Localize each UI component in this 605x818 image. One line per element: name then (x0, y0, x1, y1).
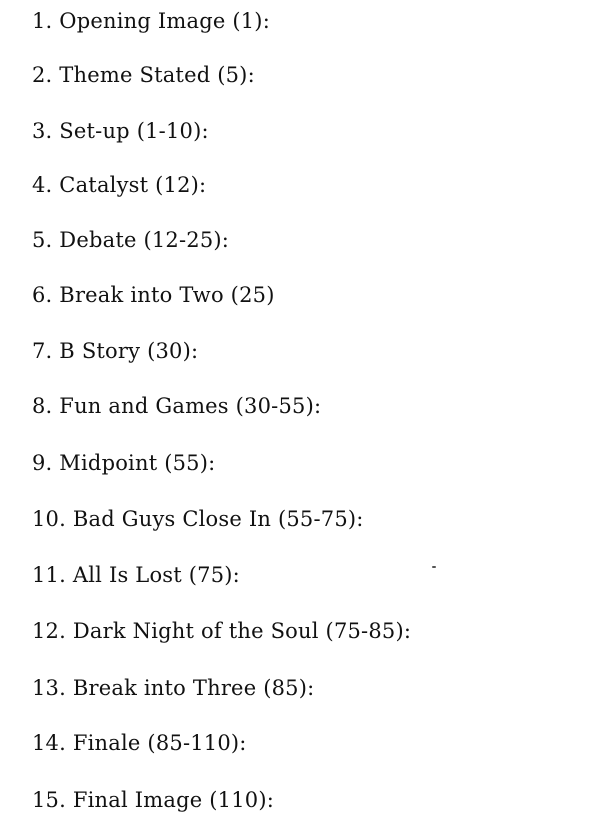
beat-item: 15. Final Image (110): (32, 788, 275, 812)
beat-item: 12. Dark Night of the Soul (75-85): (32, 619, 412, 643)
beat-item: 3. Set-up (1-10): (32, 119, 209, 143)
beat-item: 5. Debate (12-25): (32, 228, 230, 252)
beat-item: 4. Catalyst (12): (32, 173, 207, 197)
beat-item: 14. Finale (85-110): (32, 731, 247, 755)
beat-item: 11. All Is Lost (75): (32, 563, 240, 587)
beat-item: 1. Opening Image (1): (32, 9, 270, 33)
beat-item: 10. Bad Guys Close In (55-75): (32, 507, 364, 531)
scan-speck (432, 566, 436, 568)
beat-item: 6. Break into Two (25) (32, 283, 275, 307)
beat-item: 2. Theme Stated (5): (32, 63, 255, 87)
beat-sheet-list: 1. Opening Image (1): 2. Theme Stated (5… (0, 0, 605, 818)
beat-item: 7. B Story (30): (32, 339, 199, 363)
beat-item: 8. Fun and Games (30-55): (32, 394, 322, 418)
beat-item: 9. Midpoint (55): (32, 451, 216, 475)
beat-item: 13. Break into Three (85): (32, 676, 315, 700)
